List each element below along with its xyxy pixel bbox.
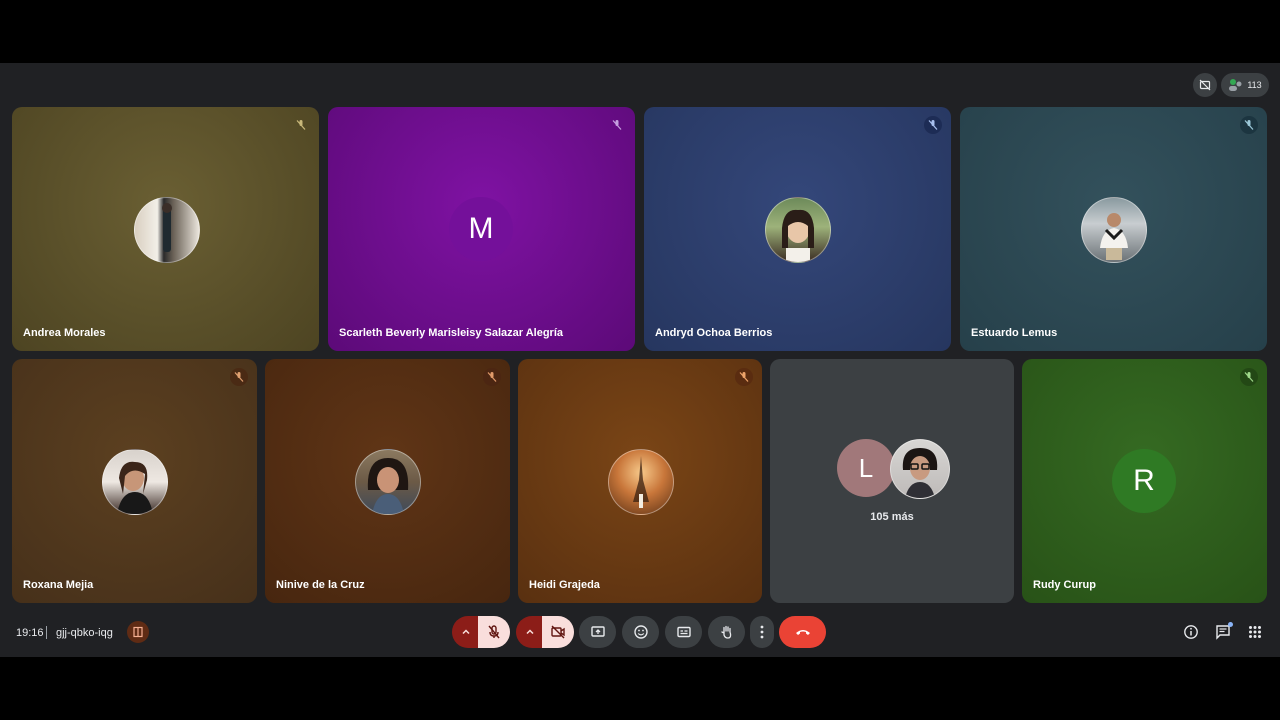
muted-indicator [608, 116, 626, 134]
mic-off-icon [1244, 372, 1254, 382]
end-call-icon [795, 630, 810, 635]
participant-name: Rudy Curup [1033, 579, 1096, 591]
video-options-button[interactable] [516, 616, 544, 648]
chat-notification-dot [1228, 622, 1233, 627]
participant-tile[interactable]: M Scarleth Beverly Marisleisy Salazar Al… [328, 107, 635, 351]
more-participants-tile[interactable]: L 105 más [770, 359, 1014, 603]
muted-indicator [924, 116, 942, 134]
end-call-button[interactable] [779, 616, 826, 648]
chevron-up-icon [462, 629, 470, 635]
participant-tile[interactable]: R Rudy Curup [1022, 359, 1267, 603]
more-options-icon [760, 625, 764, 639]
mic-off-icon [612, 120, 622, 130]
avatar-initial: M [468, 212, 494, 245]
more-options-button[interactable] [750, 616, 774, 648]
avatar-initial: R [1133, 464, 1155, 497]
captions-button[interactable] [665, 616, 702, 648]
meeting-details-button[interactable] [1181, 622, 1201, 642]
meet-call-window: 113 Andrea Morales M Scarleth Beverly Ma… [0, 63, 1280, 657]
more-participants-label: 105 más [870, 511, 914, 523]
captions-icon [676, 626, 691, 638]
participant-tile[interactable]: Andrea Morales [12, 107, 319, 351]
chevron-up-icon [526, 629, 534, 635]
activities-button[interactable] [1245, 622, 1265, 642]
participant-initial-avatar: L [837, 439, 895, 497]
host-controls-button[interactable] [127, 621, 149, 643]
participant-name: Roxana Mejia [23, 579, 94, 591]
reactions-button[interactable] [622, 616, 659, 648]
participant-tile[interactable]: Estuardo Lemus [960, 107, 1267, 351]
participant-name: Andrea Morales [23, 327, 106, 339]
participant-count: 113 [1247, 80, 1262, 90]
captions-off-indicator[interactable] [1193, 73, 1217, 97]
participant-tile[interactable]: Ninive de la Cruz [265, 359, 510, 603]
muted-indicator [230, 368, 248, 386]
participant-name: Heidi Grajeda [529, 579, 600, 591]
mic-off-icon [488, 625, 500, 639]
present-screen-icon [590, 626, 605, 637]
mic-off-icon [234, 372, 244, 382]
raise-hand-icon [720, 625, 731, 639]
avatar-initial: L [858, 452, 874, 483]
emoji-icon [633, 625, 648, 639]
participant-tile[interactable]: Heidi Grajeda [518, 359, 762, 603]
activities-icon [1249, 626, 1261, 638]
mic-off-icon [1244, 120, 1254, 130]
participant-photo [102, 449, 168, 515]
participant-initial-avatar: R [1112, 449, 1176, 513]
meeting-controls-bar: 19:16 gjj-qbko-iqg [0, 614, 1280, 657]
participant-name: Andryd Ochoa Berrios [655, 327, 773, 339]
participant-tile[interactable]: Andryd Ochoa Berrios [644, 107, 951, 351]
meeting-code[interactable]: gjj-qbko-iqg [56, 627, 113, 639]
meeting-time: 19:16 [16, 627, 44, 639]
participant-name: Ninive de la Cruz [276, 579, 365, 591]
microphone-toggle-button[interactable] [478, 616, 510, 648]
captions-off-icon [1199, 79, 1211, 91]
participant-tile[interactable]: Roxana Mejia [12, 359, 257, 603]
muted-indicator [735, 368, 753, 386]
participant-photo [1081, 197, 1147, 263]
participant-name: Estuardo Lemus [971, 327, 1058, 339]
mic-off-icon [296, 120, 306, 130]
participant-name: Scarleth Beverly Marisleisy Salazar Aleg… [339, 327, 563, 339]
chat-button[interactable] [1213, 622, 1233, 642]
participant-initial-avatar: M [449, 197, 513, 261]
audio-options-button[interactable] [452, 616, 480, 648]
mic-off-icon [928, 120, 938, 130]
raise-hand-button[interactable] [708, 616, 745, 648]
muted-indicator [1240, 368, 1258, 386]
mic-off-icon [739, 372, 749, 382]
muted-indicator [292, 116, 310, 134]
participant-photo [608, 449, 674, 515]
present-screen-button[interactable] [579, 616, 616, 648]
participant-photo [765, 197, 831, 263]
participant-photo [355, 449, 421, 515]
muted-indicator [1240, 116, 1258, 134]
muted-indicator [483, 368, 501, 386]
people-icon [1229, 79, 1242, 91]
camera-toggle-button[interactable] [542, 616, 574, 648]
mic-off-icon [487, 372, 497, 382]
participant-photo [890, 439, 950, 499]
camera-off-icon [551, 625, 565, 639]
host-icon [133, 626, 143, 638]
divider [46, 626, 47, 639]
participant-photo [134, 197, 200, 263]
info-icon [1184, 625, 1198, 639]
participants-button[interactable]: 113 [1221, 73, 1269, 97]
